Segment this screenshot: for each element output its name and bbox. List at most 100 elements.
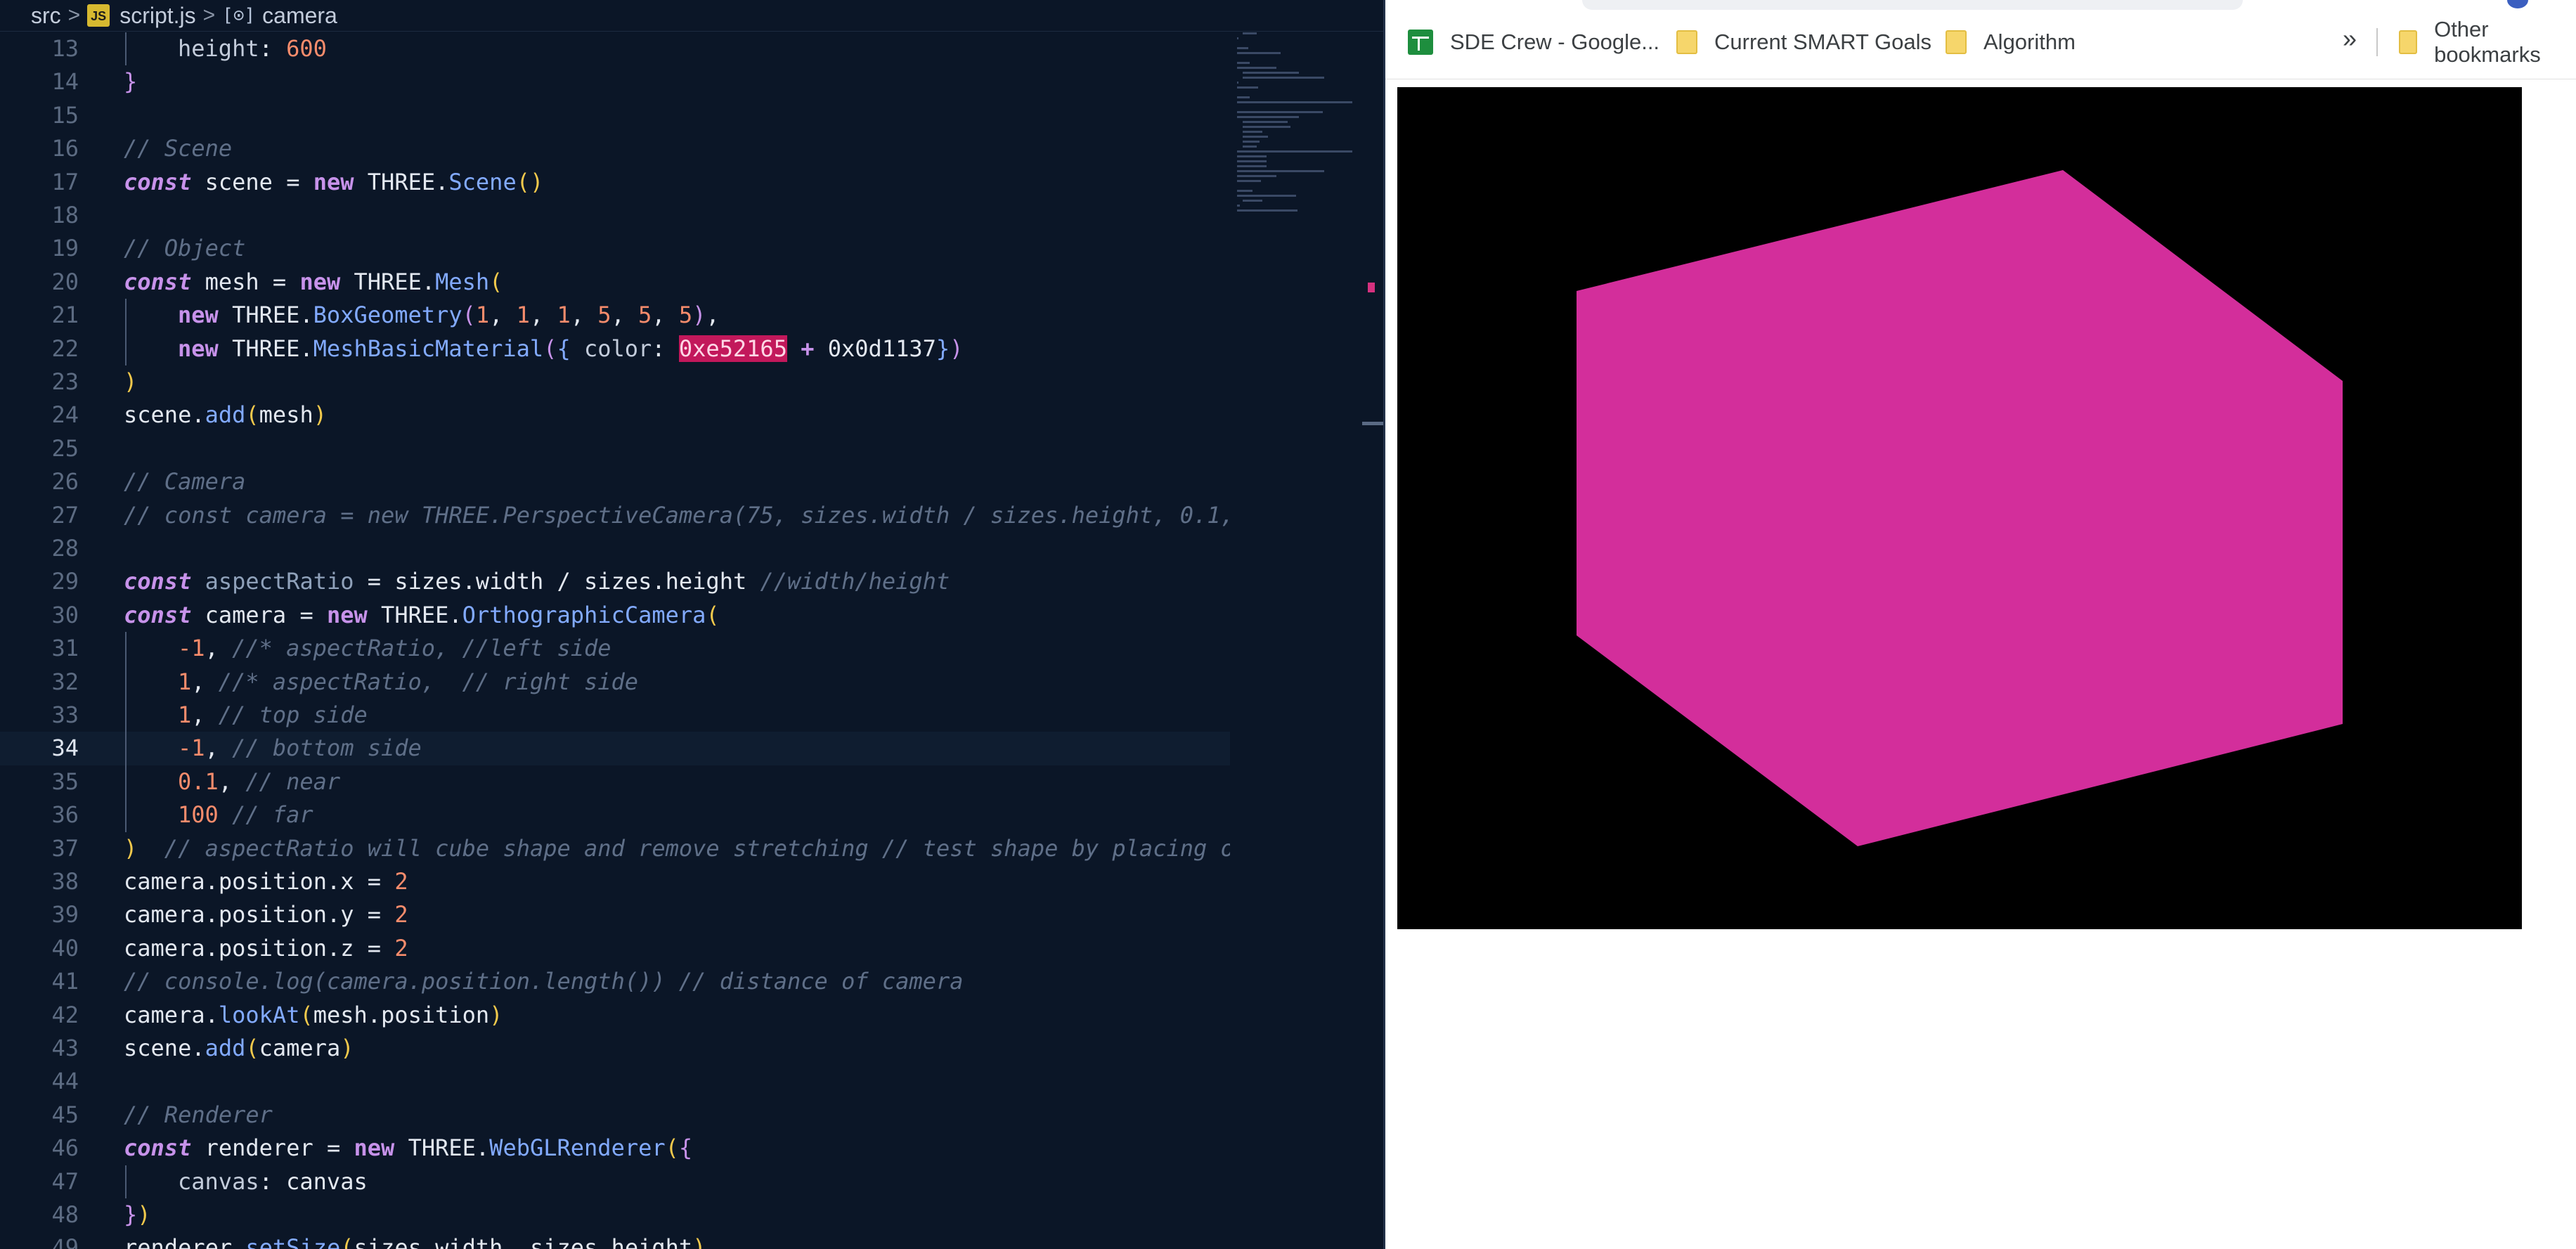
code-text: const mesh = new THREE.Mesh( [124, 268, 503, 295]
minimap-line [1237, 67, 1276, 69]
code-line[interactable]: 13 height: 600 [0, 32, 1230, 66]
line-number: 18 [51, 202, 79, 228]
folder-icon [1946, 30, 1967, 54]
scrollbar-thumb[interactable] [1362, 422, 1383, 425]
line-number: 25 [51, 434, 79, 462]
line-number: 46 [51, 1134, 79, 1162]
address-bar[interactable] [1582, 0, 2243, 10]
code-line[interactable]: 45 // Renderer [0, 1099, 1230, 1132]
code-line[interactable]: 49 renderer.setSize(sizes.width, sizes.he… [0, 1231, 1230, 1249]
line-number: 34 [51, 734, 79, 762]
code-line[interactable]: 43 scene.add(camera) [0, 1032, 1230, 1065]
line-number: 37 [51, 834, 79, 862]
line-number: 14 [51, 68, 79, 96]
code-line[interactable]: 41 // console.log(camera.position.length(… [0, 965, 1230, 998]
code-text: const camera = new THREE.OrthographicCam… [124, 601, 720, 628]
code-line[interactable]: 48}) [0, 1198, 1230, 1231]
bookmarks-overflow-chevron-icon[interactable]: » [2343, 24, 2357, 53]
code-line[interactable]: 17 const scene = new THREE.Scene() [0, 166, 1230, 199]
code-line[interactable]: 34 -1, // bottom side [0, 732, 1230, 765]
code-line[interactable]: 27 // const camera = new THREE.Perspectiv… [0, 499, 1230, 532]
code-line[interactable]: 31 -1, //* aspectRatio, //left side [0, 632, 1230, 666]
code-line[interactable]: 23) [0, 365, 1230, 399]
code-line[interactable]: 33 1, // top side [0, 699, 1230, 732]
line-number: 44 [51, 1068, 79, 1095]
line-number: 22 [51, 335, 79, 362]
code-line[interactable]: 26 // Camera [0, 465, 1230, 498]
code-text: height: 600 [178, 35, 327, 62]
breadcrumb-folder-label: src [31, 2, 61, 28]
minimap-line [1237, 62, 1250, 64]
minimap-line [1237, 195, 1296, 197]
code-line[interactable]: 21 new THREE.BoxGeometry(1, 1, 1, 5, 5, 5… [0, 299, 1230, 332]
code-line[interactable]: 40 camera.position.z = 2 [0, 932, 1230, 965]
line-number: 43 [51, 1035, 79, 1061]
code-line[interactable]: 44 [0, 1065, 1230, 1098]
code-line[interactable]: 32 1, //* aspectRatio, // right side [0, 665, 1230, 699]
code-area[interactable]: 13 height: 600 14} 15 16 // Scene 17 const scen… [0, 32, 1230, 1249]
minimap-line [1243, 145, 1257, 148]
bookmark-sde-crew[interactable]: SDE Crew - Google... [1408, 25, 1659, 59]
bookmarks-divider [2376, 28, 2378, 56]
code-line[interactable]: 28 [0, 532, 1230, 565]
line-number: 35 [51, 768, 79, 795]
code-editor[interactable]: src > JS script.js > [⊙] camera 13 height… [0, 0, 1383, 1249]
code-line[interactable]: 30 const camera = new THREE.OrthographicC… [0, 599, 1230, 632]
folder-icon [2399, 30, 2418, 54]
line-number: 38 [51, 868, 79, 895]
code-line[interactable]: 25 [0, 432, 1230, 465]
code-line[interactable]: 47 canvas: canvas [0, 1165, 1230, 1198]
code-text: ) // aspectRatio will cube shape and rem… [124, 834, 1230, 862]
code-line[interactable]: 37 ) // aspectRatio will cube shape and r… [0, 832, 1230, 865]
code-line[interactable]: 24 scene.add(mesh) [0, 399, 1230, 432]
bookmark-label: SDE Crew - Google... [1450, 30, 1660, 54]
code-line[interactable]: 14} [0, 65, 1230, 98]
indent-guide [125, 732, 127, 765]
minimap[interactable] [1231, 32, 1358, 243]
code-text: camera.lookAt(mesh.position) [124, 1001, 503, 1028]
line-number: 42 [51, 1001, 79, 1028]
breadcrumb-symbol[interactable]: [⊙] camera [222, 3, 337, 29]
code-line[interactable]: 35 0.1, // near [0, 765, 1230, 799]
indent-guide [125, 299, 127, 332]
indent-guide [125, 798, 127, 832]
bookmark-label: Other bookmarks [2434, 17, 2541, 67]
code-text: -1, // bottom side [178, 734, 422, 762]
code-line[interactable]: 20 const mesh = new THREE.Mesh( [0, 266, 1230, 299]
profile-avatar[interactable] [2507, 0, 2528, 8]
code-line[interactable]: 15 [0, 99, 1230, 132]
code-text: ) [124, 368, 138, 395]
code-line[interactable]: 39 camera.position.y = 2 [0, 898, 1230, 931]
code-text: 0.1, // near [178, 768, 341, 795]
code-line[interactable]: 19 // Object [0, 232, 1230, 265]
breadcrumb-file[interactable]: JS script.js [87, 3, 196, 29]
minimap-line [1243, 72, 1299, 74]
code-text: -1, //* aspectRatio, //left side [178, 635, 611, 662]
minimap-line [1237, 170, 1324, 172]
sheets-icon [1408, 30, 1433, 55]
bookmark-algorithm[interactable]: Algorithm [1946, 25, 2076, 59]
code-text: }) [124, 1201, 151, 1228]
code-line[interactable]: 16 // Scene [0, 132, 1230, 165]
code-line[interactable]: 42 camera.lookAt(mesh.position) [0, 999, 1230, 1032]
minimap-line [1237, 37, 1238, 39]
code-text: canvas: canvas [178, 1167, 368, 1195]
code-text: // Object [124, 235, 246, 262]
minimap-line [1243, 141, 1260, 143]
code-line[interactable]: 38 camera.position.x = 2 [0, 865, 1230, 898]
code-line[interactable]: 36 100 // far [0, 798, 1230, 832]
code-text: const renderer = new THREE.WebGLRenderer… [124, 1134, 693, 1162]
indent-guide [125, 632, 127, 666]
code-text: new THREE.MeshBasicMaterial({ color: 0xe… [178, 335, 964, 362]
code-line[interactable]: 46 const renderer = new THREE.WebGLRender… [0, 1132, 1230, 1165]
bookmark-current-smart-goals[interactable]: Current SMART Goals [1676, 25, 1931, 59]
webgl-canvas[interactable] [1397, 87, 2522, 929]
line-number: 20 [51, 268, 79, 295]
breadcrumb-folder[interactable]: src [31, 3, 61, 29]
line-number: 21 [51, 302, 79, 329]
line-number: 27 [51, 501, 79, 529]
code-line[interactable]: 18 [0, 199, 1230, 232]
code-line[interactable]: 29 const aspectRatio = sizes.width / size… [0, 565, 1230, 598]
code-line[interactable]: 22 new THREE.MeshBasicMaterial({ color: 0… [0, 332, 1230, 365]
bookmark-other-bookmarks[interactable]: Other bookmarks [2399, 17, 2576, 67]
